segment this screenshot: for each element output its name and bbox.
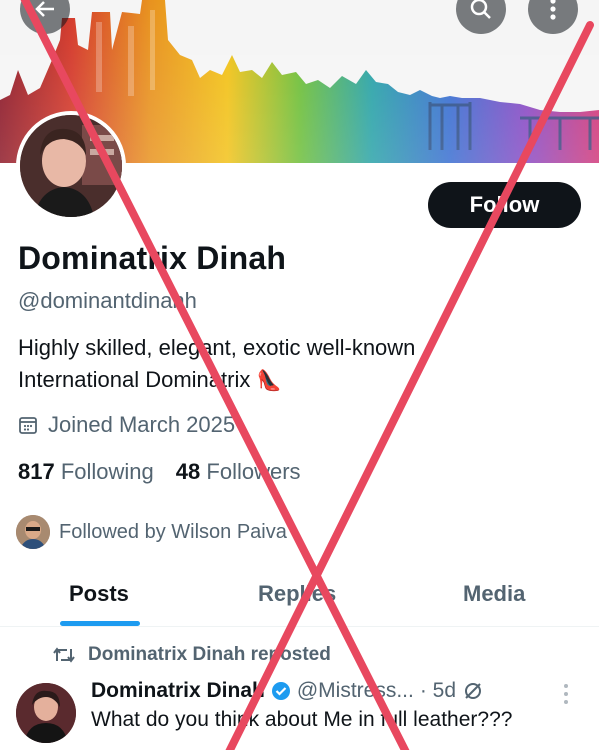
avatar-photo <box>20 115 122 217</box>
profile-handle: @dominantdinahh <box>18 288 197 313</box>
follow-button[interactable]: Follow <box>428 182 581 228</box>
repost-icon <box>53 647 75 663</box>
profile-tabs: Posts Replies Media <box>0 565 599 627</box>
follow-counts: 817 Following 48 Followers <box>18 459 301 485</box>
profile-avatar[interactable] <box>16 111 126 221</box>
active-tab-indicator <box>60 621 140 626</box>
tab-posts[interactable]: Posts <box>69 581 129 607</box>
profile-display-name: Dominatrix Dinah <box>18 240 287 276</box>
following-link[interactable]: 817 Following <box>18 459 154 485</box>
more-vertical-icon <box>550 0 556 20</box>
bio-line-2: International Dominatrix 👠 <box>18 364 488 397</box>
repost-text: Dominatrix Dinah reposted <box>88 644 331 665</box>
following-label: Following <box>60 459 154 484</box>
high-heel-emoji: 👠 <box>256 370 282 392</box>
followers-link[interactable]: 48 Followers <box>176 459 301 485</box>
post-author-handle[interactable]: @Mistress... <box>297 679 414 703</box>
bio-line-2-text: International Dominatrix <box>18 367 251 392</box>
back-arrow-icon <box>35 1 54 17</box>
post-author-name[interactable]: Dominatrix Dinah <box>91 679 265 703</box>
follower-avatar <box>16 515 50 549</box>
search-icon <box>470 0 491 19</box>
followers-label: Followers <box>206 459 301 484</box>
post-more-button[interactable] <box>563 683 569 710</box>
bio-line-1: Highly skilled, elegant, exotic well-kno… <box>18 335 416 360</box>
calendar-icon <box>19 417 37 434</box>
follower-avatar-photo <box>16 515 50 549</box>
post-header: Dominatrix Dinah @Mistress... · 5d <box>91 679 484 703</box>
tab-media[interactable]: Media <box>463 581 525 607</box>
joined-date-text: Joined March 2025 <box>48 412 236 437</box>
grok-icon[interactable] <box>462 680 484 702</box>
joined-date: Joined March 2025 <box>18 412 235 438</box>
followers-count: 48 <box>175 459 201 484</box>
post-author-avatar-photo <box>16 683 76 743</box>
post-timestamp[interactable]: · 5d <box>420 679 456 703</box>
post-text: What do you think about Me in full leath… <box>91 708 513 731</box>
followed-by-text: Followed by Wilson Paiva <box>59 520 287 543</box>
followed-by[interactable]: Followed by Wilson Paiva <box>16 515 287 549</box>
verified-badge-icon <box>271 682 290 700</box>
post-more-vertical-icon <box>564 684 568 704</box>
following-count: 817 <box>18 459 55 484</box>
profile-bio: Highly skilled, elegant, exotic well-kno… <box>18 332 488 397</box>
tab-replies[interactable]: Replies <box>258 581 336 607</box>
repost-indicator[interactable]: Dominatrix Dinah reposted <box>52 644 331 666</box>
post-author-avatar[interactable] <box>16 683 76 743</box>
